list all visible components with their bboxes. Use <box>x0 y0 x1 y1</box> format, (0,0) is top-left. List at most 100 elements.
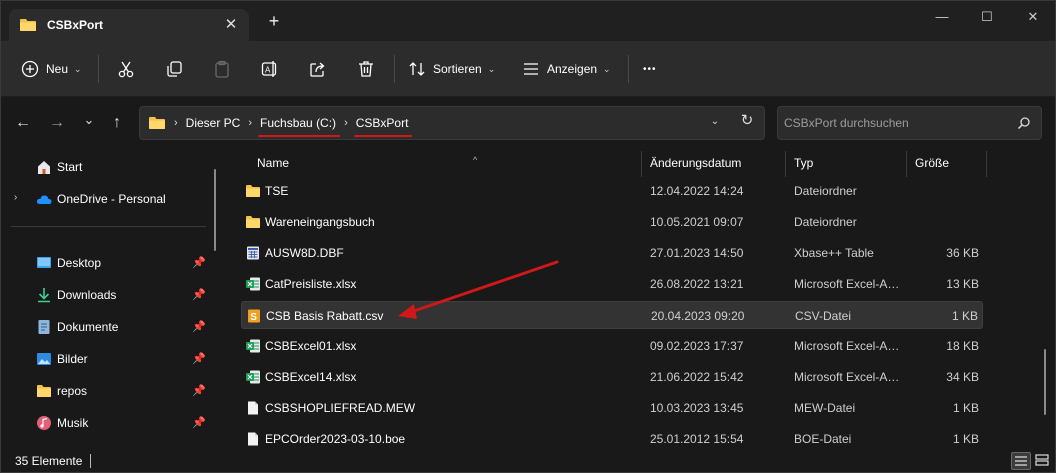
address-bar[interactable]: › Dieser PC › Fuchsbau (C:) › CSBxPort <box>139 106 765 140</box>
sidebar-item-label: Bilder <box>57 352 88 366</box>
folder-icon <box>246 216 260 228</box>
column-divider[interactable] <box>641 151 642 177</box>
plus-circle-icon <box>21 60 39 78</box>
file-type: Microsoft Excel-Arbeitsblatt <box>794 277 902 291</box>
file-size: 1 KB <box>951 309 978 323</box>
sidebar-divider <box>11 226 206 227</box>
expand-chevron-icon[interactable]: › <box>14 192 17 203</box>
file-row[interactable]: CSBExcel01.xlsx 09.02.2023 17:37 Microso… <box>241 332 983 360</box>
file-row[interactable]: CatPreisliste.xlsx 26.08.2022 13:21 Micr… <box>241 270 983 298</box>
file-name: CSBSHOPLIEFREAD.MEW <box>265 401 416 415</box>
file-list: Name ^ Änderungsdatum Typ Größe TSE 12.0… <box>226 149 1042 449</box>
close-button[interactable]: ✕ <box>1022 7 1044 27</box>
status-divider <box>90 454 91 468</box>
tab-close-icon[interactable]: ✕ <box>223 17 239 33</box>
sidebar-item-pictures[interactable]: Bilder 📌 <box>1 345 211 373</box>
sidebar-item-downloads[interactable]: Downloads 📌 <box>1 281 211 309</box>
home-icon <box>38 161 50 174</box>
sidebar-item-label: OneDrive - Personal <box>57 192 166 206</box>
breadcrumb-drive[interactable]: Fuchsbau (C:) <box>258 116 341 137</box>
minimize-button[interactable]: — <box>931 7 953 27</box>
file-date: 27.01.2023 14:50 <box>650 246 744 260</box>
sidebar-item-start[interactable]: Start <box>1 153 211 181</box>
search-icon[interactable] <box>1017 116 1031 130</box>
column-divider[interactable] <box>986 151 987 177</box>
new-button-label: Neu <box>46 62 69 76</box>
file-name: CSB Basis Rabatt.csv <box>266 309 384 323</box>
sidebar-item-documents[interactable]: Dokumente 📌 <box>1 313 211 341</box>
tab-csbxport[interactable]: CSBxPort ✕ <box>9 9 249 41</box>
back-button[interactable]: ← <box>13 113 33 133</box>
column-header-name[interactable]: Name ^ <box>257 155 477 179</box>
view-button[interactable]: Anzeigen ⌄ <box>522 55 611 83</box>
paste-button[interactable] <box>213 55 231 83</box>
file-icon <box>248 432 258 446</box>
column-header-type[interactable]: Typ <box>794 155 813 179</box>
delete-button[interactable] <box>357 55 375 83</box>
status-bar: 35 Elemente <box>1 449 1055 472</box>
file-type: Dateiordner <box>794 215 857 229</box>
file-size: 34 KB <box>946 370 979 384</box>
folder-icon <box>37 385 51 397</box>
file-list-scrollbar[interactable] <box>1044 349 1046 415</box>
rename-button[interactable]: A <box>261 55 279 83</box>
share-button[interactable] <box>309 55 327 83</box>
file-name: AUSW8D.DBF <box>265 246 344 260</box>
file-row[interactable]: CSBExcel14.xlsx 21.06.2022 15:42 Microso… <box>241 363 983 391</box>
excel-icon <box>246 277 260 291</box>
file-row[interactable]: CSBSHOPLIEFREAD.MEW 10.03.2023 13:45 MEW… <box>241 394 983 422</box>
refresh-button[interactable]: ↻ <box>738 112 756 130</box>
more-icon: ••• <box>643 63 657 75</box>
maximize-button[interactable]: ☐ <box>976 7 998 27</box>
documents-icon <box>38 320 50 334</box>
breadcrumb-this-pc[interactable]: Dieser PC <box>186 116 241 130</box>
file-row[interactable]: TSE 12.04.2022 14:24 Dateiordner <box>241 177 983 205</box>
file-row[interactable]: Wareneingangsbuch 10.05.2021 09:07 Datei… <box>241 208 983 236</box>
sidebar-item-onedrive[interactable]: › OneDrive - Personal <box>1 185 211 213</box>
sidebar-item-music[interactable]: Musik 📌 <box>1 409 211 437</box>
more-button[interactable]: ••• <box>643 55 657 83</box>
explorer-window: CSBxPort ✕ + — ☐ ✕ Neu ⌄ A Sortieren ⌄ A… <box>0 0 1056 473</box>
address-dropdown-icon[interactable]: ⌄ <box>707 114 723 130</box>
recent-locations-button[interactable]: ⌄ <box>79 113 99 133</box>
column-header-name-label: Name <box>257 156 290 170</box>
sidebar-item-repos[interactable]: repos 📌 <box>1 377 211 405</box>
sort-ascending-icon: ^ <box>473 155 478 165</box>
file-size: 36 KB <box>946 246 979 260</box>
column-divider[interactable] <box>785 151 786 177</box>
copy-button[interactable] <box>165 55 183 83</box>
file-size: 13 KB <box>946 277 979 291</box>
folder-icon <box>246 185 260 197</box>
new-button[interactable]: Neu ⌄ <box>21 55 82 83</box>
breadcrumb-csbxport[interactable]: CSBxPort <box>353 116 413 137</box>
file-date: 12.04.2022 14:24 <box>650 184 744 198</box>
sort-button-label: Sortieren <box>433 62 482 76</box>
column-header-date[interactable]: Änderungsdatum <box>650 155 741 179</box>
forward-button[interactable]: → <box>47 113 67 133</box>
dbf-icon <box>247 246 259 260</box>
file-size: 1 KB <box>952 432 979 446</box>
cloud-icon <box>36 195 52 204</box>
breadcrumb-separator: › <box>248 117 253 129</box>
pin-icon: 📌 <box>192 353 206 365</box>
file-row[interactable]: AUSW8D.DBF 27.01.2023 14:50 Xbase++ Tabl… <box>241 239 983 267</box>
file-name: CSBExcel14.xlsx <box>265 370 357 384</box>
tiles-view-button[interactable] <box>1033 452 1053 470</box>
command-bar: Neu ⌄ A Sortieren ⌄ Anzeigen ⌄ ••• <box>1 41 1055 97</box>
excel-icon <box>246 339 260 353</box>
view-button-label: Anzeigen <box>547 62 598 76</box>
up-button[interactable]: ↑ <box>107 113 127 133</box>
tiles-view-icon <box>1035 454 1049 466</box>
divider <box>394 55 395 83</box>
sort-button[interactable]: Sortieren ⌄ <box>408 55 495 83</box>
cut-button[interactable] <box>117 55 135 83</box>
divider <box>98 55 99 83</box>
sidebar-item-desktop[interactable]: Desktop 📌 <box>1 249 211 277</box>
new-tab-button[interactable]: + <box>264 11 284 31</box>
search-input[interactable] <box>784 115 1004 131</box>
file-row-selected[interactable]: S CSB Basis Rabatt.csv 20.04.2023 09:20 … <box>241 301 983 329</box>
column-divider[interactable] <box>906 151 907 177</box>
sidebar-scrollbar[interactable] <box>214 169 216 251</box>
column-header-size[interactable]: Größe <box>915 155 949 179</box>
details-view-button[interactable] <box>1011 452 1031 470</box>
